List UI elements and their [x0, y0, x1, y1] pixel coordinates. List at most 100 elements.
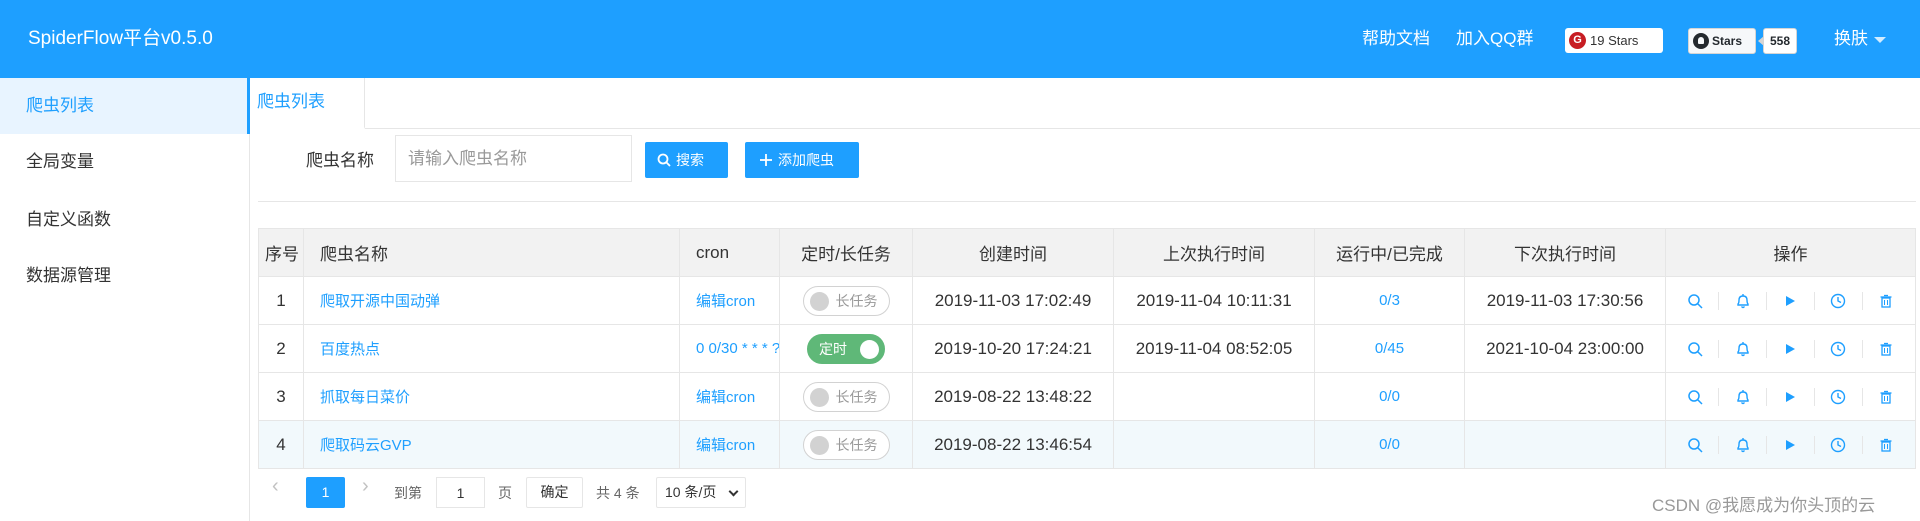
goto-page-input[interactable] — [436, 477, 485, 508]
cell-cron[interactable]: 0 0/30 * * * ? — [679, 324, 780, 373]
search-button[interactable]: 搜索 — [645, 142, 728, 178]
task-type-switch[interactable]: 长任务 — [802, 429, 890, 460]
cell-last-run: 2019-11-04 08:52:05 — [1113, 324, 1315, 373]
prev-page-icon[interactable]: ‹ — [272, 475, 279, 498]
cell-last-run — [1113, 420, 1315, 469]
action-separator — [1766, 339, 1768, 358]
page-button-current[interactable]: 1 — [306, 477, 345, 508]
gitee-logo-icon: G — [1569, 32, 1586, 50]
sidebar-item-spider-list[interactable]: 爬虫列表 — [0, 78, 250, 134]
caret-down-icon — [1874, 36, 1886, 43]
page-unit-label: 页 — [498, 485, 512, 501]
table-row: 1 爬取开源中国动弹 编辑cron 长任务 2019-11-03 17:02:49 201… — [258, 276, 1916, 325]
add-spider-label: 添加爬虫 — [778, 152, 834, 168]
bell-icon[interactable] — [1733, 339, 1753, 359]
bell-icon[interactable] — [1733, 387, 1753, 407]
cell-actions — [1665, 276, 1916, 325]
search-icon[interactable] — [1685, 387, 1705, 407]
action-separator — [1861, 291, 1863, 310]
top-header: SpiderFlow平台v0.5.0 帮助文档 加入QQ群 G 19 Stars … — [0, 0, 1920, 78]
col-header-index: 序号 — [258, 228, 304, 277]
search-icon[interactable] — [1685, 435, 1705, 455]
cell-task-type: 长任务 — [779, 420, 913, 469]
cell-created: 2019-08-22 13:46:54 — [912, 420, 1114, 469]
cell-actions — [1665, 324, 1916, 373]
play-icon[interactable] — [1780, 387, 1800, 407]
trash-icon[interactable] — [1876, 291, 1896, 311]
help-docs-link[interactable]: 帮助文档 — [1362, 0, 1430, 78]
cell-actions — [1665, 420, 1916, 469]
gitee-stars-badge[interactable]: G 19 Stars — [1565, 28, 1663, 53]
cell-next-run: 2021-10-04 23:00:00 — [1464, 324, 1666, 373]
sidebar-item-datasource[interactable]: 数据源管理 — [0, 248, 250, 304]
spider-name-input[interactable] — [395, 135, 632, 182]
add-spider-button[interactable]: 添加爬虫 — [745, 142, 859, 178]
switch-label: 长任务 — [835, 436, 878, 453]
clock-icon[interactable] — [1828, 435, 1848, 455]
cell-cron[interactable]: 编辑cron — [679, 372, 780, 421]
cell-created: 2019-08-22 13:48:22 — [912, 372, 1114, 421]
col-header-task-type: 定时/长任务 — [779, 228, 913, 277]
table-row: 4 爬取码云GVP 编辑cron 长任务 2019-08-22 13:46:54 0/0 — [258, 420, 1916, 469]
bell-icon[interactable] — [1733, 291, 1753, 311]
cell-cron[interactable]: 编辑cron — [679, 420, 780, 469]
task-type-switch[interactable]: 长任务 — [802, 285, 890, 316]
play-icon[interactable] — [1780, 435, 1800, 455]
row-actions — [1672, 387, 1909, 407]
github-stars-button[interactable]: Stars — [1688, 28, 1756, 54]
sidebar-item-custom-functions[interactable]: 自定义函数 — [0, 192, 250, 248]
cell-status[interactable]: 0/3 — [1314, 276, 1465, 325]
switch-label: 长任务 — [835, 388, 878, 405]
table-header-row: 序号 爬虫名称 cron 定时/长任务 创建时间 上次执行时间 运行中/已完成 … — [258, 228, 1916, 277]
action-separator — [1861, 387, 1863, 406]
goto-confirm-button[interactable]: 确定 — [526, 477, 583, 508]
action-separator — [1813, 435, 1815, 454]
cell-next-run — [1464, 372, 1666, 421]
cell-status[interactable]: 0/45 — [1314, 324, 1465, 373]
cell-cron[interactable]: 编辑cron — [679, 276, 780, 325]
total-count: 共 4 条 — [596, 485, 640, 501]
search-button-label: 搜索 — [676, 152, 704, 168]
cell-created: 2019-11-03 17:02:49 — [912, 276, 1114, 325]
github-logo-icon — [1693, 32, 1709, 49]
cell-next-run: 2019-11-03 17:30:56 — [1464, 276, 1666, 325]
cell-status[interactable]: 0/0 — [1314, 420, 1465, 469]
switch-knob — [860, 339, 879, 359]
search-icon[interactable] — [1685, 291, 1705, 311]
switch-knob — [809, 435, 829, 455]
col-header-cron: cron — [679, 228, 780, 277]
clock-icon[interactable] — [1828, 291, 1848, 311]
cell-spider-name[interactable]: 抓取每日菜价 — [303, 372, 680, 421]
bell-icon[interactable] — [1733, 435, 1753, 455]
skin-dropdown[interactable]: 换肤 — [1834, 0, 1886, 78]
table-row: 3 抓取每日菜价 编辑cron 长任务 2019-08-22 13:48:22 0/0 — [258, 372, 1916, 421]
task-type-switch[interactable]: 长任务 — [802, 381, 890, 412]
next-page-icon[interactable]: › — [362, 475, 369, 498]
clock-icon[interactable] — [1828, 387, 1848, 407]
cell-spider-name[interactable]: 百度热点 — [303, 324, 680, 373]
trash-icon[interactable] — [1876, 387, 1896, 407]
task-type-switch[interactable]: 定时 — [807, 333, 885, 364]
cell-spider-name[interactable]: 爬取码云GVP — [303, 420, 680, 469]
trash-icon[interactable] — [1876, 339, 1896, 359]
page-size-select[interactable]: 10 条/页 — [656, 477, 746, 508]
search-icon[interactable] — [1685, 339, 1705, 359]
clock-icon[interactable] — [1828, 339, 1848, 359]
col-header-actions: 操作 — [1665, 228, 1916, 277]
play-icon[interactable] — [1780, 339, 1800, 359]
trash-icon[interactable] — [1876, 435, 1896, 455]
cell-last-run: 2019-11-04 10:11:31 — [1113, 276, 1315, 325]
cell-spider-name[interactable]: 爬取开源中国动弹 — [303, 276, 680, 325]
play-icon[interactable] — [1780, 291, 1800, 311]
action-separator — [1718, 291, 1720, 310]
cell-next-run — [1464, 420, 1666, 469]
join-qq-group-link[interactable]: 加入QQ群 — [1456, 0, 1533, 78]
sidebar-item-global-variables[interactable]: 全局变量 — [0, 134, 250, 190]
plus-icon — [760, 153, 772, 166]
action-separator — [1718, 387, 1720, 406]
action-separator — [1813, 291, 1815, 310]
tab-spider-list[interactable]: 爬虫列表 — [251, 78, 365, 129]
cell-status[interactable]: 0/0 — [1314, 372, 1465, 421]
github-stars-count[interactable]: 558 — [1758, 28, 1797, 54]
col-header-created: 创建时间 — [912, 228, 1114, 277]
